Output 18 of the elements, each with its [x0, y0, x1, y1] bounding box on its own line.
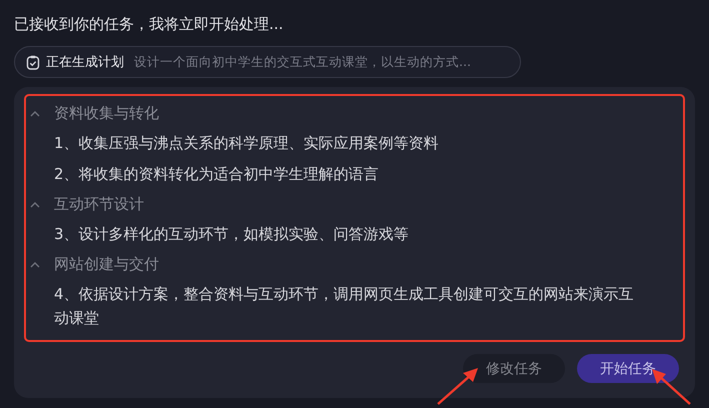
start-button[interactable]: 开始任务 [577, 354, 679, 383]
chevron-icon[interactable] [30, 202, 40, 208]
plan-step: 2、将收集的资料转化为适合初中学生理解的语言 [26, 159, 683, 190]
chevron-icon[interactable] [30, 110, 40, 116]
plan-step: 4、依据设计方案，整合资料与互动环节，调用网页生成工具创建可交互的网站来演示互动课堂 [26, 279, 683, 334]
section-title: 资料收集与转化 [54, 104, 159, 123]
section-title: 互动环节设计 [54, 195, 144, 214]
plan-summary: 设计一个面向初中学生的交互式互动课堂，以生动的方式... [134, 54, 471, 70]
clipboard-check-icon [26, 54, 40, 70]
chevron-icon[interactable] [30, 262, 40, 268]
message-text: 已接收到你的任务，我将立即开始处理... [14, 14, 284, 34]
edit-button[interactable]: 修改任务 [463, 354, 565, 383]
plan-step: 3、设计多样化的互动环节，如模拟实验、问答游戏等 [26, 219, 683, 250]
plan-step: 1、收集压强与沸点关系的科学原理、实际应用案例等资料 [26, 128, 683, 159]
status-pill[interactable]: 正在生成计划 设计一个面向初中学生的交互式互动课堂，以生动的方式... [14, 46, 521, 78]
arrow [437, 368, 478, 405]
section-title: 网站创建与交付 [54, 255, 159, 274]
status-label: 正在生成计划 [46, 54, 124, 71]
